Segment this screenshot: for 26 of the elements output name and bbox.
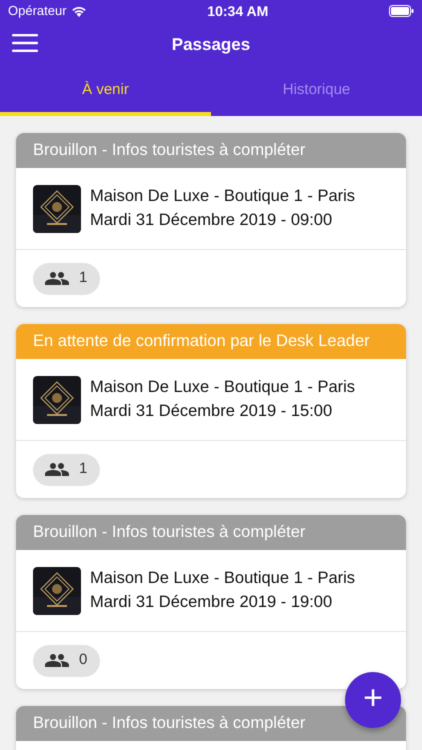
clock-time: 10:34 AM [207,2,268,20]
status-text: Brouillon - Infos touristes à compléter [33,522,306,544]
wifi-icon [70,5,87,17]
shop-name: Maison De Luxe - Boutique 1 - Paris [90,186,356,208]
shop-name: Maison De Luxe - Boutique 1 - Paris [90,377,356,398]
people-icon [45,463,69,476]
menu-icon [12,34,38,52]
carrier-name: Opérateur [8,2,67,20]
status-text: En attente de confirmation par le Desk Leader [33,331,370,352]
passage-card[interactable]: Brouillon - Infos touristes à compléter Maison De Luxe - Boutique 1 - Paris Mardi 31 Décembre 2019 - 09:00 1 [16,133,406,307]
people-icon [45,654,69,667]
people-count: 1 [79,459,88,480]
battery-icon [389,5,414,17]
passage-card[interactable]: Brouillon - Infos touristes à compléter Maison De Luxe - Boutique 1 - Paris Mardi 31 Décembre 2019 - 19:00 0 [16,515,406,689]
shop-name: Maison De Luxe - Boutique 1 - Paris [90,568,356,590]
passage-date: Mardi 31 Décembre 2019 - 15:00 [90,400,334,422]
status-text: Brouillon - Infos touristes à compléter [33,713,306,734]
people-count: 0 [79,650,88,670]
passage-date: Mardi 31 Décembre 2019 - 19:00 [90,592,334,612]
people-icon [45,272,69,285]
screen-title: Passages [172,34,250,56]
status-text: Brouillon - Infos touristes à compléter [33,140,306,162]
tab[interactable]: À venir [0,68,211,116]
people-count: 1 [79,268,88,288]
passage-card[interactable]: En attente de confirmation par le Desk Leader Maison De Luxe - Boutique 1 - Paris Mardi 31 Décembre 2019 - 15:00 1 [16,324,406,498]
passage-date: Mardi 31 Décembre 2019 - 09:00 [90,210,334,230]
